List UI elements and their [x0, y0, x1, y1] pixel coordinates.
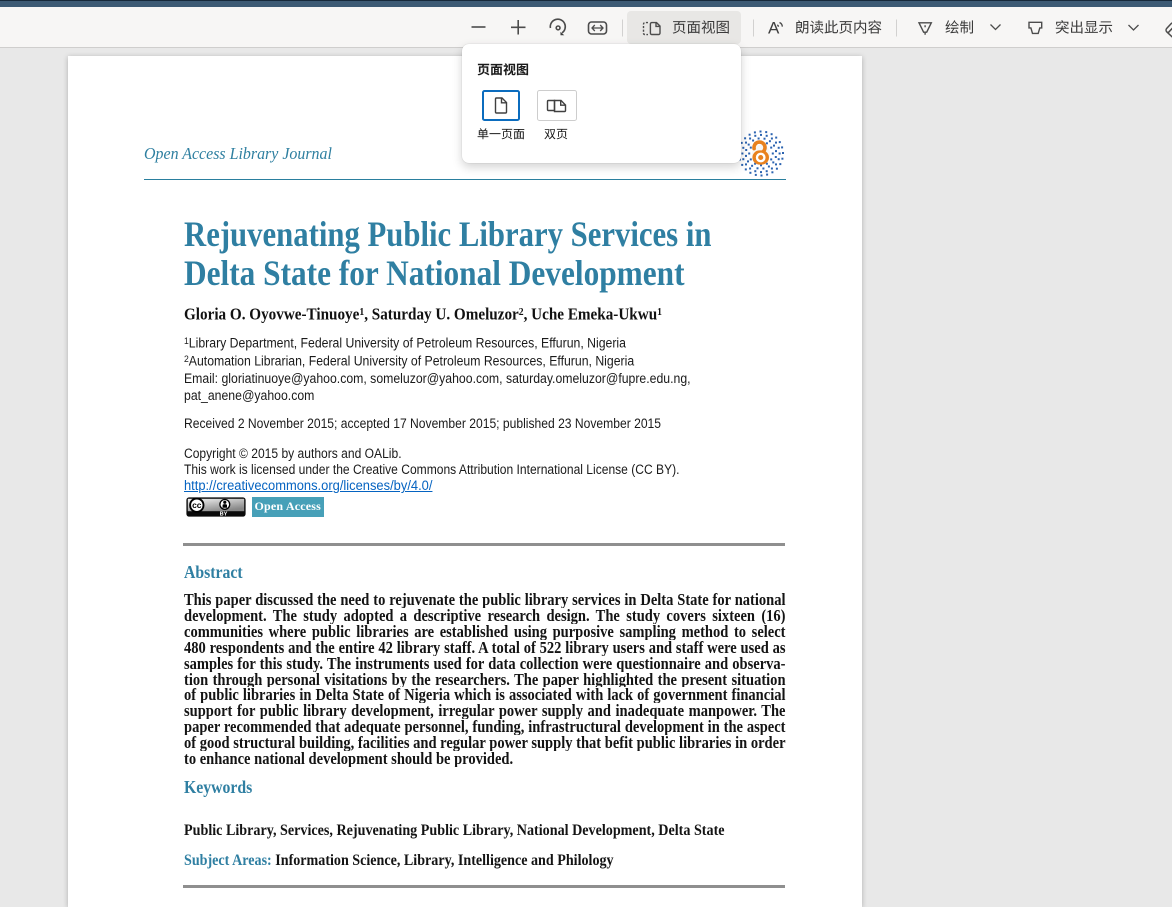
svg-text:BY: BY	[219, 512, 227, 517]
svg-text:cc: cc	[192, 500, 202, 510]
svg-text:A: A	[768, 19, 780, 38]
